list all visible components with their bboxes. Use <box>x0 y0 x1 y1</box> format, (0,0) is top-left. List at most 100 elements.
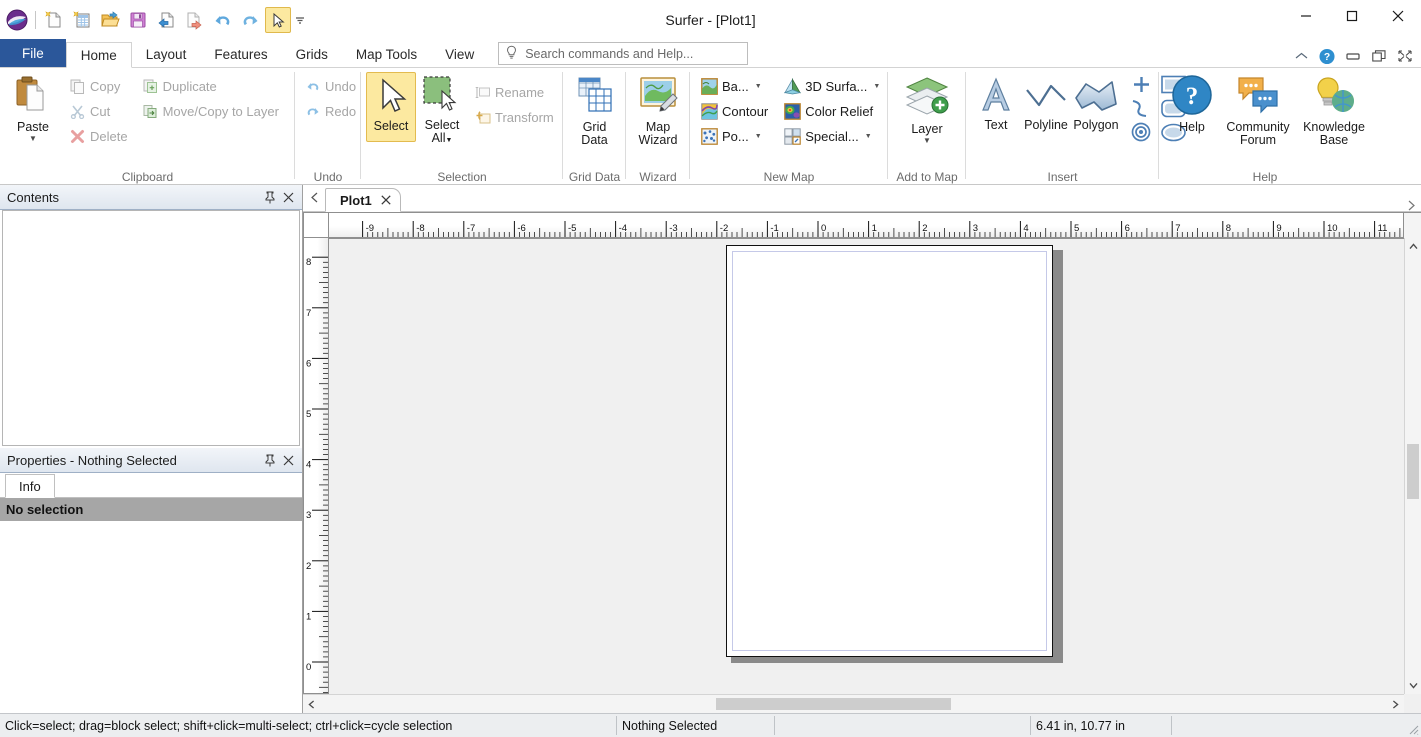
duplicate-button[interactable]: Duplicate <box>138 74 283 98</box>
horizontal-ruler[interactable]: -9-8-7-6-5-4-3-2-101234567891011 <box>329 212 1404 238</box>
contents-tree[interactable] <box>2 210 300 446</box>
group-label-insert: Insert <box>966 168 1159 185</box>
cut-button[interactable]: Cut <box>65 99 132 123</box>
delete-button[interactable]: Delete <box>65 124 132 148</box>
pin-icon[interactable] <box>260 188 279 207</box>
undo-icon[interactable] <box>209 7 235 33</box>
close-window-icon[interactable] <box>1397 48 1413 64</box>
undo-label: Undo <box>325 79 356 94</box>
vertical-scroll-thumb[interactable] <box>1407 444 1419 499</box>
help-icon: ? <box>1171 74 1213 119</box>
move-copy-to-layer-button[interactable]: Move/Copy to Layer <box>138 99 283 123</box>
close-icon[interactable] <box>279 451 298 470</box>
scroll-up-button[interactable] <box>1405 238 1421 255</box>
vertical-scrollbar[interactable] <box>1404 238 1421 694</box>
undo-button[interactable]: Undo <box>300 74 360 98</box>
map-wizard-button[interactable]: Map Wizard <box>631 72 685 147</box>
close-button[interactable] <box>1375 0 1421 32</box>
scroll-down-button[interactable] <box>1405 677 1421 694</box>
knowledge-base-button[interactable]: Knowledge Base <box>1296 72 1372 147</box>
help-circle-icon[interactable]: ? <box>1319 48 1335 64</box>
paste-button[interactable]: Paste ▼ <box>5 72 61 143</box>
paste-label: Paste <box>17 121 49 134</box>
svg-text:5: 5 <box>1074 223 1079 234</box>
insert-symbol-icon[interactable] <box>1125 120 1157 144</box>
copy-button[interactable]: Copy <box>65 74 132 98</box>
document-tab-plot1[interactable]: Plot1 <box>325 188 401 212</box>
insert-text-button[interactable]: Text <box>971 74 1021 132</box>
insert-point-icon[interactable] <box>1125 72 1157 96</box>
main-area: Contents Properties - No <box>0 185 1421 713</box>
special-map-button[interactable]: Special... ▼ <box>780 124 884 148</box>
paste-icon <box>13 74 53 119</box>
color-relief-button[interactable]: Color Relief <box>780 99 884 123</box>
3d-surface-caret-icon[interactable]: ▼ <box>873 83 880 90</box>
collapse-ribbon-icon[interactable] <box>1293 48 1309 64</box>
page-sheet[interactable] <box>726 245 1053 657</box>
select-tool-icon[interactable] <box>265 7 291 33</box>
post-map-caret-icon[interactable]: ▼ <box>755 133 762 140</box>
contour-map-button[interactable]: Contour <box>697 99 772 123</box>
horizontal-scroll-thumb[interactable] <box>716 698 951 710</box>
import-icon[interactable] <box>153 7 179 33</box>
save-icon[interactable] <box>125 7 151 33</box>
post-map-button[interactable]: Po... ▼ <box>697 124 772 148</box>
plot-canvas[interactable] <box>329 238 1404 694</box>
ribbon-group-selection: Select SelectAll▼ <box>361 68 563 185</box>
new-worksheet-icon[interactable] <box>69 7 95 33</box>
transform-button[interactable]: Transform <box>470 105 558 129</box>
tab-layout[interactable]: Layout <box>132 41 201 67</box>
special-map-caret-icon[interactable]: ▼ <box>865 133 872 140</box>
scroll-left-button[interactable] <box>303 700 320 709</box>
base-map-button[interactable]: Ba... ▼ <box>697 74 772 98</box>
tab-info[interactable]: Info <box>5 474 55 498</box>
doc-tab-scroll-left[interactable] <box>303 184 325 211</box>
svg-text:?: ? <box>1186 83 1199 110</box>
new-plot-icon[interactable] <box>41 7 67 33</box>
close-icon[interactable] <box>381 193 391 208</box>
insert-spline-icon[interactable] <box>1125 96 1157 120</box>
add-layer-caret-icon[interactable]: ▼ <box>923 137 931 145</box>
vertical-ruler[interactable]: 876543210 <box>303 238 329 694</box>
add-layer-button[interactable]: Layer ▼ <box>895 72 959 145</box>
paste-caret-icon[interactable]: ▼ <box>29 135 37 143</box>
grid-data-button[interactable]: Grid Data <box>568 72 621 147</box>
resize-grip-icon[interactable] <box>1405 714 1421 737</box>
help-button[interactable]: ? Help <box>1164 72 1220 134</box>
qat-separator <box>35 11 36 29</box>
qat-overflow-button[interactable] <box>293 7 307 33</box>
close-icon[interactable] <box>279 188 298 207</box>
3d-surface-button[interactable]: 3D Surfa... ▼ <box>780 74 884 98</box>
community-forum-button[interactable]: Community Forum <box>1220 72 1296 147</box>
color-relief-label: Color Relief <box>805 104 873 119</box>
search-input[interactable] <box>525 47 741 61</box>
open-icon[interactable] <box>97 7 123 33</box>
restore-down-icon[interactable] <box>1345 48 1361 64</box>
surfer-logo-icon[interactable] <box>4 7 30 33</box>
insert-polyline-button[interactable]: Polyline <box>1021 74 1071 132</box>
pin-icon[interactable] <box>260 451 279 470</box>
minimize-button[interactable] <box>1283 0 1329 32</box>
tab-file[interactable]: File <box>0 39 66 67</box>
base-map-caret-icon[interactable]: ▼ <box>755 83 762 90</box>
redo-button[interactable]: Redo <box>300 99 360 123</box>
insert-polygon-button[interactable]: Polygon <box>1071 74 1121 132</box>
scroll-right-button[interactable] <box>1387 700 1404 709</box>
tab-home[interactable]: Home <box>66 42 132 68</box>
tab-map-tools[interactable]: Map Tools <box>342 41 431 67</box>
window-restore-icon[interactable] <box>1371 48 1387 64</box>
tab-features[interactable]: Features <box>200 41 281 67</box>
search-box[interactable] <box>498 42 748 65</box>
rename-button[interactable]: Rename <box>470 80 558 104</box>
redo-icon[interactable] <box>237 7 263 33</box>
select-button[interactable]: Select <box>366 72 416 142</box>
base-map-label: Ba... <box>722 79 749 94</box>
tab-view[interactable]: View <box>431 41 488 67</box>
tab-grids[interactable]: Grids <box>282 41 342 67</box>
export-icon[interactable] <box>181 7 207 33</box>
doc-tab-scroll-right[interactable] <box>1401 200 1421 211</box>
horizontal-scrollbar[interactable] <box>303 694 1404 713</box>
post-map-icon <box>701 128 718 145</box>
select-all-button[interactable]: SelectAll▼ <box>416 72 468 147</box>
maximize-button[interactable] <box>1329 0 1375 32</box>
